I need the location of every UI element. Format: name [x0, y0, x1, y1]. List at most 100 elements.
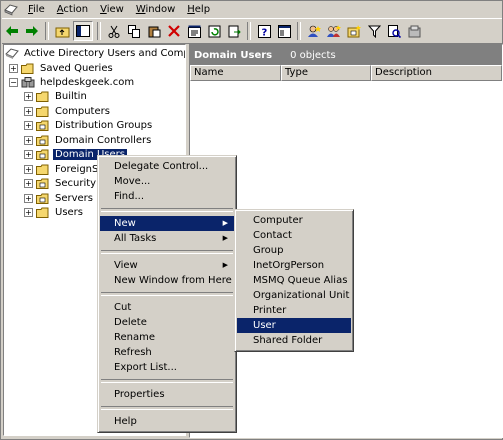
toolbar-separator [247, 22, 251, 40]
menu-item-delegate-control[interactable]: Delegate Control... [100, 159, 234, 174]
forward-arrow-icon[interactable] [23, 22, 41, 40]
tree-item-computers[interactable]: + Computers [24, 104, 112, 118]
svg-text:?: ? [261, 27, 267, 38]
refresh-icon[interactable] [205, 22, 223, 40]
tree-item-users[interactable]: + Users [24, 205, 85, 219]
menu-window[interactable]: Window [130, 3, 181, 17]
paste-icon[interactable] [145, 22, 163, 40]
menu-item-view-label: View [114, 260, 138, 271]
submenu-item-computer[interactable]: Computer [237, 213, 351, 228]
copy-icon[interactable] [125, 22, 143, 40]
menu-item-new[interactable]: New ▶ [100, 216, 234, 231]
new-submenu: Computer Contact Group InetOrgPerson MSM… [234, 209, 354, 352]
find-icon[interactable] [385, 22, 403, 40]
console-icon[interactable] [275, 22, 293, 40]
expand-icon[interactable]: + [9, 63, 18, 73]
tree-root[interactable]: Active Directory Users and Computer [5, 46, 185, 60]
tree-item-servers[interactable]: + Servers [24, 191, 95, 205]
submenu-item-printer[interactable]: Printer [237, 303, 351, 318]
menu-item-all-tasks[interactable]: All Tasks ▶ [100, 231, 234, 246]
expand-icon[interactable]: + [24, 207, 33, 217]
menu-item-delete[interactable]: Delete [100, 315, 234, 330]
ou-folder-icon [36, 149, 49, 160]
tree-item-foreign-security[interactable]: + ForeignSe [24, 162, 107, 176]
menu-action[interactable]: Action [51, 3, 94, 17]
menu-item-cut[interactable]: Cut [100, 300, 234, 315]
tree-item-label: helpdeskgeek.com [40, 76, 135, 88]
submenu-item-contact[interactable]: Contact [237, 228, 351, 243]
expand-icon[interactable]: + [24, 164, 33, 174]
menu-item-find[interactable]: Find... [100, 189, 234, 204]
menu-separator [101, 406, 233, 410]
submenu-item-user[interactable]: User [237, 318, 351, 333]
toolbar-separator [45, 22, 49, 40]
new-user-icon[interactable] [305, 22, 323, 40]
menu-file[interactable]: File [22, 3, 51, 17]
menu-item-view[interactable]: View ▶ [100, 258, 234, 273]
toolbar-separator [97, 22, 101, 40]
submenu-arrow-icon: ▶ [222, 234, 228, 242]
menu-item-properties[interactable]: Properties [100, 387, 234, 402]
ou-folder-icon [36, 135, 49, 146]
menu-view[interactable]: View [94, 3, 130, 17]
context-menu: Delegate Control... Move... Find... New ▶… [97, 155, 237, 433]
filter-icon[interactable] [365, 22, 383, 40]
object-count: 0 objects [290, 49, 336, 61]
ou-folder-icon [36, 193, 49, 204]
menu-item-rename[interactable]: Rename [100, 330, 234, 345]
mmc-app-icon[interactable] [4, 3, 18, 16]
submenu-item-group[interactable]: Group [237, 243, 351, 258]
tree-item-saved-queries[interactable]: + Saved Queries [9, 61, 115, 75]
column-header-name[interactable]: Name [190, 65, 281, 81]
help-icon[interactable]: ? [255, 22, 273, 40]
expand-icon[interactable]: + [24, 106, 33, 116]
column-header-description[interactable]: Description [371, 65, 502, 81]
tree-root-label: Active Directory Users and Computer [24, 47, 185, 59]
submenu-item-inetorgperson[interactable]: InetOrgPerson [237, 258, 351, 273]
up-folder-icon[interactable] [53, 22, 71, 40]
menu-item-move[interactable]: Move... [100, 174, 234, 189]
folder-icon [36, 106, 49, 117]
expand-icon[interactable]: + [24, 91, 33, 101]
tree-item-distribution-groups[interactable]: + Distribution Groups [24, 118, 154, 132]
tree-item-label: Saved Queries [40, 62, 113, 74]
tree-item-label: Users [55, 206, 84, 218]
menu-item-help[interactable]: Help [100, 414, 234, 429]
toolbar-separator [297, 22, 301, 40]
tree-item-label: Domain Controllers [55, 134, 152, 146]
submenu-arrow-icon: ▶ [222, 261, 228, 269]
properties-icon[interactable] [185, 22, 203, 40]
folder-icon [36, 164, 49, 175]
delete-icon[interactable] [165, 22, 183, 40]
expand-icon[interactable]: + [24, 193, 33, 203]
menu-separator [101, 250, 233, 254]
column-header-type[interactable]: Type [281, 65, 371, 81]
folder-icon [36, 207, 49, 218]
menu-separator [101, 208, 233, 212]
menu-item-new-window[interactable]: New Window from Here [100, 273, 234, 288]
submenu-item-msmq-queue-alias[interactable]: MSMQ Queue Alias [237, 273, 351, 288]
expand-icon[interactable]: + [24, 135, 33, 145]
new-ou-icon[interactable] [345, 22, 363, 40]
show-tree-icon[interactable] [73, 21, 93, 41]
submenu-item-shared-folder[interactable]: Shared Folder [237, 333, 351, 348]
menu-item-export-list[interactable]: Export List... [100, 360, 234, 375]
expand-icon[interactable]: + [24, 120, 33, 130]
expand-icon[interactable]: + [24, 178, 33, 188]
tree-item-domain[interactable]: − helpdeskgeek.com [9, 75, 136, 89]
tree-item-label: Servers [55, 192, 94, 204]
expand-icon[interactable]: + [24, 149, 33, 159]
folder-icon [36, 91, 49, 102]
export-icon[interactable] [225, 22, 243, 40]
menu-item-refresh[interactable]: Refresh [100, 345, 234, 360]
tree-item-domain-controllers[interactable]: + Domain Controllers [24, 133, 153, 147]
back-arrow-icon[interactable] [3, 22, 21, 40]
new-group-icon[interactable] [325, 22, 343, 40]
tree-item-builtin[interactable]: + Builtin [24, 89, 89, 103]
cut-icon[interactable] [105, 22, 123, 40]
submenu-item-organizational-unit[interactable]: Organizational Unit [237, 288, 351, 303]
menu-help[interactable]: Help [181, 3, 216, 17]
policy-icon[interactable] [405, 22, 423, 40]
collapse-icon[interactable]: − [9, 77, 18, 87]
domain-icon [21, 76, 35, 87]
